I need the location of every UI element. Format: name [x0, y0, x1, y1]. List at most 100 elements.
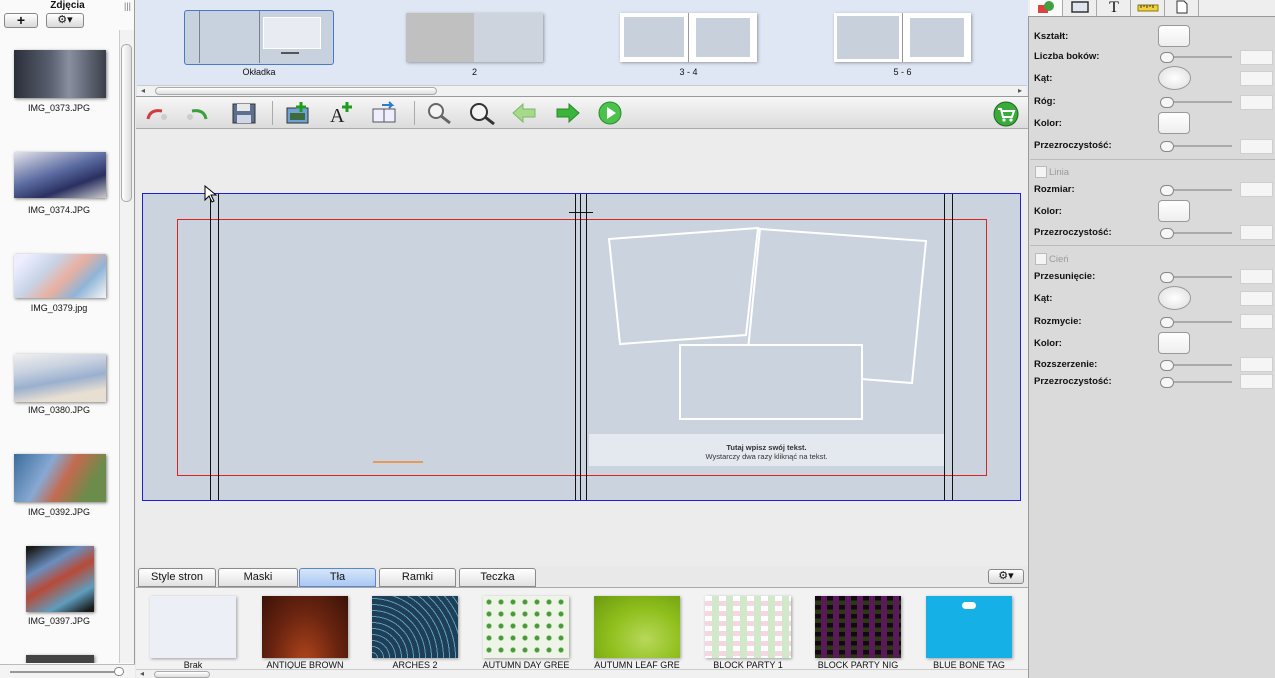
line-size-value-field[interactable]: [1240, 182, 1273, 197]
tab-tla[interactable]: Tła: [299, 568, 376, 587]
shadow-angle-dial[interactable]: [1158, 286, 1191, 310]
line-opacity-value-field[interactable]: [1240, 225, 1273, 240]
slider-knob[interactable]: [114, 667, 124, 676]
photo-thumbnail: [14, 50, 106, 98]
thumbnail-size-slider[interactable]: [0, 664, 135, 678]
label-przesuniecie: Przesunięcie:: [1034, 271, 1096, 282]
tab-style-stron[interactable]: Style stron: [138, 568, 216, 587]
ruler-tab-icon[interactable]: [1132, 0, 1165, 16]
spine-text-placeholder[interactable]: [373, 461, 423, 463]
add-photo-button[interactable]: +: [4, 13, 38, 28]
angle-dial[interactable]: [1158, 66, 1191, 90]
undo-icon[interactable]: [142, 101, 170, 125]
photo-frame[interactable]: [607, 226, 760, 346]
angle-value-field[interactable]: [1240, 71, 1273, 86]
photo-thumbnail: [26, 546, 94, 612]
tab-maski[interactable]: Maski: [218, 568, 298, 587]
sides-value-field[interactable]: [1240, 50, 1273, 65]
background-swatch[interactable]: [594, 596, 680, 658]
label-rozmycie: Rozmycie:: [1034, 316, 1082, 327]
line-color-swatch[interactable]: [1158, 200, 1190, 222]
scroll-right-arrow-icon[interactable]: ▸: [1018, 86, 1022, 95]
shadow-color-swatch[interactable]: [1158, 332, 1190, 354]
shape-opacity-value-field[interactable]: [1240, 139, 1273, 154]
zoom-in-icon[interactable]: [468, 101, 496, 126]
shape-opacity-slider-knob[interactable]: [1160, 141, 1174, 152]
frame-tab-icon[interactable]: [1064, 0, 1097, 16]
photo-frames[interactable]: [588, 224, 944, 424]
fold-line: [210, 194, 211, 500]
line-opacity-slider-knob[interactable]: [1160, 228, 1174, 239]
line-checkbox[interactable]: [1035, 166, 1047, 178]
scroll-left-arrow-icon[interactable]: ◂: [140, 669, 144, 678]
background-swatch[interactable]: [815, 596, 901, 658]
background-swatch[interactable]: [705, 596, 791, 658]
page-strip-scrollbar[interactable]: ◂ ▸: [137, 85, 1027, 96]
shadow-opacity-value-field[interactable]: [1240, 374, 1273, 389]
background-swatch[interactable]: [372, 596, 458, 658]
shape-tab-icon[interactable]: [1030, 0, 1063, 16]
shadow-spread-slider-knob[interactable]: [1160, 360, 1174, 371]
scroll-left-arrow-icon[interactable]: ◂: [141, 86, 145, 95]
corner-slider-knob[interactable]: [1160, 97, 1174, 108]
shadow-offset-value-field[interactable]: [1240, 269, 1273, 284]
page-icon[interactable]: [370, 101, 398, 125]
photo-thumbnail: [14, 152, 106, 198]
shadow-checkbox[interactable]: [1035, 253, 1047, 265]
background-swatch[interactable]: [262, 596, 348, 658]
background-swatch[interactable]: [483, 596, 569, 658]
sides-slider-knob[interactable]: [1160, 52, 1174, 63]
toolbar-separator: [272, 101, 273, 125]
background-swatch[interactable]: [926, 596, 1012, 658]
text-box[interactable]: Tutaj wpisz swój tekst. Wystarczy dwa ra…: [589, 434, 944, 466]
background-name: BLOCK PARTY 1: [713, 660, 783, 669]
shadow-offset-slider-knob[interactable]: [1160, 272, 1174, 283]
library-gear-menu-button[interactable]: ⚙▾: [988, 569, 1024, 584]
library-scroll-thumb[interactable]: [154, 671, 210, 678]
text-box-line1: Tutaj wpisz swój tekst.: [726, 443, 807, 452]
spine-marker: [569, 212, 593, 213]
photo-filename: IMG_0379.jpg: [30, 303, 88, 313]
redo-icon[interactable]: [184, 101, 212, 125]
add-photo-icon[interactable]: [284, 101, 312, 125]
photo-list-scroll-thumb[interactable]: [121, 44, 132, 202]
shadow-opacity-slider-knob[interactable]: [1160, 377, 1174, 388]
tab-ramki[interactable]: Ramki: [379, 568, 456, 587]
background-name: ANTIQUE BROWN: [266, 660, 344, 669]
play-icon[interactable]: [596, 101, 624, 125]
page-tab-icon[interactable]: [1166, 0, 1199, 16]
page-strip-scroll-thumb[interactable]: [155, 87, 437, 95]
zoom-out-icon[interactable]: [426, 101, 454, 125]
cart-icon[interactable]: [990, 101, 1019, 127]
label-line-kolor: Kolor:: [1034, 206, 1062, 217]
shadow-blur-value-field[interactable]: [1240, 314, 1273, 329]
arrow-right-icon[interactable]: [554, 101, 582, 125]
arrow-left-icon[interactable]: [510, 101, 538, 125]
photo-filename: IMG_0380.JPG: [27, 405, 91, 415]
background-library-scrollbar[interactable]: ◂: [136, 669, 1028, 678]
shadow-angle-value-field[interactable]: [1240, 291, 1273, 306]
panel-resize-grip[interactable]: |||: [124, 1, 132, 11]
background-library: Brak ANTIQUE BROWN ARCHES 2 AUTUMN DAY G…: [136, 587, 1028, 669]
add-text-icon[interactable]: A: [328, 101, 356, 127]
label-rozszerzenie: Rozszerzenie:: [1034, 359, 1098, 370]
shadow-spread-value-field[interactable]: [1240, 357, 1273, 372]
text-tab-icon[interactable]: T: [1098, 0, 1131, 16]
photo-thumbnail: [14, 254, 106, 298]
line-size-slider-knob[interactable]: [1160, 185, 1174, 196]
background-name: Brak: [183, 660, 203, 669]
background-name: BLOCK PARTY NIG: [817, 660, 899, 669]
background-swatch[interactable]: [150, 596, 236, 658]
photos-gear-menu-button[interactable]: ⚙▾: [46, 13, 84, 28]
properties-panel: [1028, 0, 1275, 678]
mouse-cursor-icon: [204, 185, 218, 203]
shape-color-swatch[interactable]: [1158, 112, 1190, 134]
shape-picker[interactable]: [1158, 25, 1190, 47]
photo-thumbnail: [14, 454, 106, 502]
tab-teczka[interactable]: Teczka: [459, 568, 536, 587]
save-icon[interactable]: [230, 101, 258, 125]
corner-value-field[interactable]: [1240, 95, 1273, 110]
shadow-blur-slider-knob[interactable]: [1160, 317, 1174, 328]
cover-spread[interactable]: Tutaj wpisz swój tekst. Wystarczy dwa ra…: [142, 193, 1021, 501]
photo-frame[interactable]: [679, 344, 863, 420]
